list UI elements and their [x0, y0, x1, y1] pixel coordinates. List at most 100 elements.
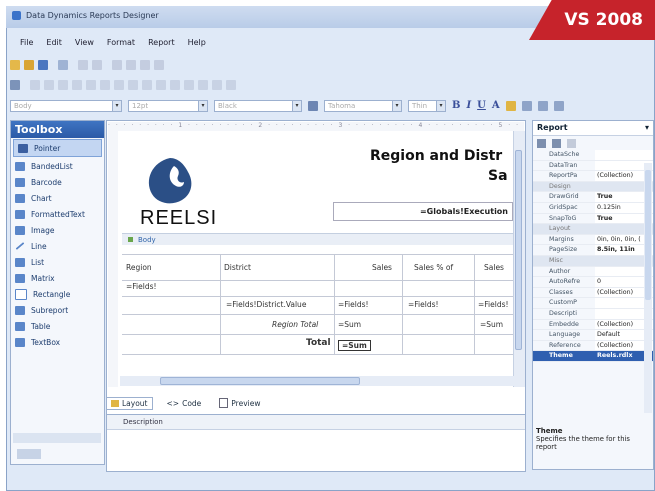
- property-row[interactable]: Descripti: [533, 308, 653, 320]
- h-spacing-icon[interactable]: [156, 80, 166, 90]
- report-title-textbox[interactable]: Region and Distr: [370, 148, 502, 164]
- highlight-icon[interactable]: [505, 100, 516, 111]
- open-icon[interactable]: [24, 60, 34, 70]
- toolbox-item-formattedtext[interactable]: FormattedText: [11, 206, 104, 222]
- report-table[interactable]: Region District Sales Sales % of Sales =…: [122, 254, 515, 374]
- alphabetical-icon[interactable]: [552, 138, 561, 148]
- property-row[interactable]: CustomP: [533, 298, 653, 309]
- toolbox-item-bandedlist[interactable]: BandedList: [11, 158, 104, 174]
- toolbox-item-barcode[interactable]: Barcode: [11, 174, 104, 190]
- execution-time-textbox[interactable]: =Globals!Execution: [333, 202, 513, 221]
- same-size-icon[interactable]: [142, 80, 152, 90]
- toolbox-scrollbar[interactable]: [13, 433, 101, 443]
- categorized-icon[interactable]: [537, 138, 546, 148]
- size-combo[interactable]: 12pt ▾: [128, 99, 208, 112]
- v-spacing-icon[interactable]: [170, 80, 180, 90]
- table-header-region[interactable]: Region: [126, 263, 152, 272]
- property-row[interactable]: DrawGrid True: [533, 192, 653, 203]
- align-left-icon[interactable]: [30, 80, 40, 90]
- align-right-icon[interactable]: [58, 80, 68, 90]
- paste-icon[interactable]: [140, 60, 150, 70]
- font-color-button[interactable]: A: [492, 100, 500, 111]
- toolbox-item-image[interactable]: Image: [11, 222, 104, 238]
- toolbox-item-rectangle[interactable]: Rectangle: [11, 286, 104, 302]
- bring-front-icon[interactable]: [184, 80, 194, 90]
- property-row[interactable]: PageSize 8.5in, 11in: [533, 245, 653, 256]
- page-setup-icon[interactable]: [58, 60, 68, 70]
- color-combo[interactable]: Black ▾: [214, 99, 302, 112]
- property-row[interactable]: DataSche: [533, 150, 653, 161]
- align-top-icon[interactable]: [72, 80, 82, 90]
- toolbox-item-pointer[interactable]: Pointer: [13, 139, 102, 157]
- properties-scroll-thumb[interactable]: [645, 170, 651, 300]
- region-total-value[interactable]: =Sum: [338, 320, 361, 329]
- report-subtitle-textbox[interactable]: Sa: [488, 168, 508, 184]
- same-height-icon[interactable]: [128, 80, 138, 90]
- toolbox-item-table[interactable]: Table: [11, 318, 104, 334]
- menu-edit[interactable]: Edit: [46, 38, 62, 47]
- text-align-left-icon[interactable]: [521, 100, 532, 111]
- underline-button[interactable]: U: [477, 100, 486, 111]
- weight-combo[interactable]: Thin ▾: [408, 99, 446, 112]
- bold-button[interactable]: B: [452, 100, 460, 111]
- cut-icon[interactable]: [112, 60, 122, 70]
- property-row[interactable]: Reference (Collection): [533, 340, 653, 352]
- property-category[interactable]: Layout: [533, 224, 653, 235]
- undo-icon[interactable]: [78, 60, 88, 70]
- region-total-label[interactable]: Region Total: [272, 320, 318, 329]
- grand-total-value[interactable]: =Sum: [338, 340, 371, 351]
- same-width-icon[interactable]: [114, 80, 124, 90]
- property-row[interactable]: SnapToG True: [533, 213, 653, 225]
- align-center-icon[interactable]: [44, 80, 54, 90]
- property-row[interactable]: Theme Reels.rdlx: [533, 351, 653, 362]
- copy-icon[interactable]: [126, 60, 136, 70]
- table-header-sales-2[interactable]: Sales: [484, 263, 504, 272]
- property-row[interactable]: Classes (Collection): [533, 287, 653, 299]
- grand-total-label[interactable]: Total: [306, 338, 331, 348]
- toolbox-item-list[interactable]: List: [11, 254, 104, 270]
- table-cell-sales[interactable]: =Fields!: [338, 300, 369, 309]
- property-pages-icon[interactable]: [567, 138, 576, 148]
- align-bottom-icon[interactable]: [100, 80, 110, 90]
- menu-help[interactable]: Help: [188, 38, 206, 47]
- toolbox-item-matrix[interactable]: Matrix: [11, 270, 104, 286]
- toolbox-item-chart[interactable]: Chart: [11, 190, 104, 206]
- font-combo[interactable]: Tahoma ▾: [324, 99, 402, 112]
- menu-file[interactable]: File: [20, 38, 33, 47]
- delete-icon[interactable]: [154, 60, 164, 70]
- property-category[interactable]: Design: [533, 181, 653, 193]
- property-row[interactable]: Author: [533, 266, 653, 278]
- toolbox-item-line[interactable]: Line: [11, 238, 104, 254]
- property-row[interactable]: ReportPa (Collection): [533, 171, 653, 182]
- send-back-icon[interactable]: [198, 80, 208, 90]
- body-section-tab[interactable]: Body: [122, 233, 515, 245]
- save-icon[interactable]: [38, 60, 48, 70]
- text-align-right-icon[interactable]: [553, 100, 564, 111]
- menu-report[interactable]: Report: [148, 38, 175, 47]
- menu-view[interactable]: View: [75, 38, 94, 47]
- table-header-sales-pct[interactable]: Sales % of: [414, 263, 453, 272]
- table-cell-sales-2[interactable]: =Fields!: [478, 300, 509, 309]
- snap-icon[interactable]: [226, 80, 236, 90]
- tab-layout[interactable]: Layout: [106, 396, 153, 410]
- property-row[interactable]: GridSpac 0.125in: [533, 202, 653, 214]
- table-cell-sales-pct[interactable]: =Fields!: [408, 300, 439, 309]
- table-cell-region[interactable]: =Fields!: [126, 282, 157, 291]
- italic-button[interactable]: I: [466, 100, 471, 111]
- fill-color-icon[interactable]: [308, 100, 318, 111]
- property-row[interactable]: Embedde (Collection): [533, 319, 653, 331]
- designer-hscroll-thumb[interactable]: [160, 377, 360, 385]
- menu-format[interactable]: Format: [107, 38, 135, 47]
- toolbox-item-textbox[interactable]: TextBox: [11, 334, 104, 350]
- pointer-tool-icon[interactable]: [10, 80, 20, 90]
- properties-object-selector[interactable]: Report: [533, 121, 653, 136]
- toolbox-item-subreport[interactable]: Subreport: [11, 302, 104, 318]
- property-row[interactable]: AutoRefre 0: [533, 277, 653, 288]
- text-align-center-icon[interactable]: [537, 100, 548, 111]
- toolbox-view-icon[interactable]: [17, 449, 41, 459]
- table-header-district[interactable]: District: [224, 263, 251, 272]
- style-combo[interactable]: Body ▾: [10, 99, 122, 112]
- property-row[interactable]: Language Default: [533, 330, 653, 341]
- property-row[interactable]: Margins 0in, 0in, 0in, (: [533, 234, 653, 246]
- grid-icon[interactable]: [212, 80, 222, 90]
